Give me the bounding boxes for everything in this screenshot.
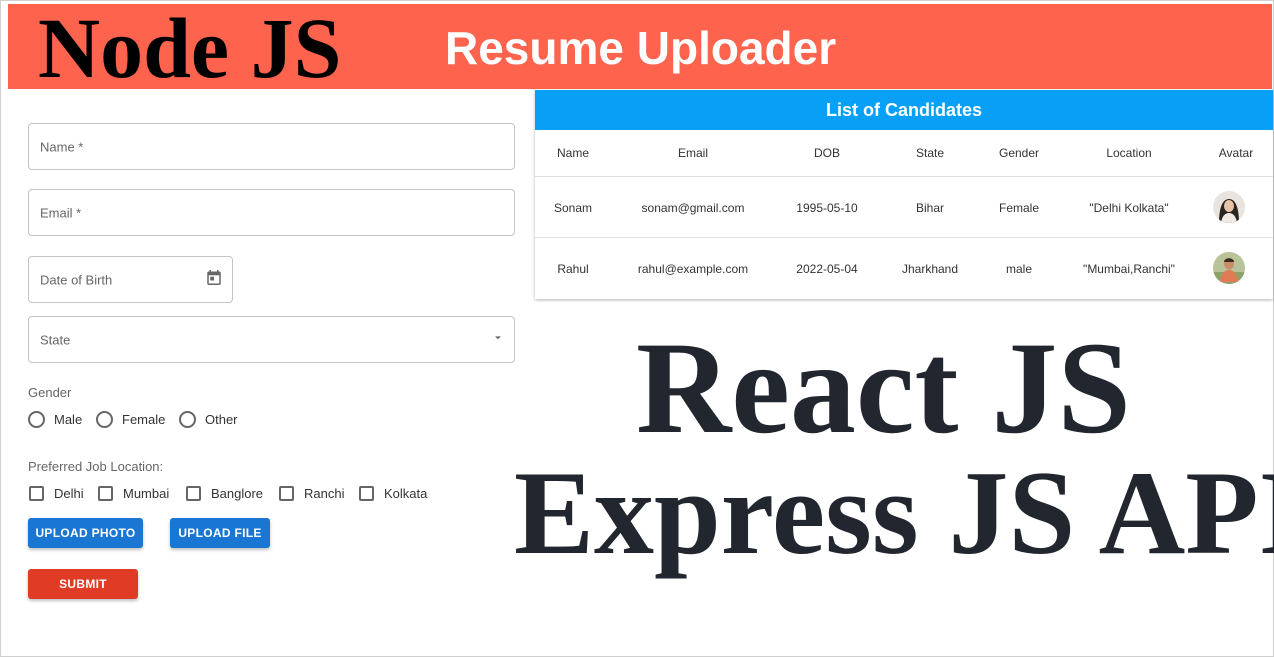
table-divider (535, 237, 1273, 238)
location-option-label: Banglore (211, 486, 264, 501)
avatar (1213, 252, 1245, 284)
column-header: Avatar (1218, 146, 1254, 160)
upload-file-button[interactable]: UPLOAD FILE (170, 518, 270, 548)
table-cell: 1995-05-10 (796, 201, 858, 215)
table-cell: "Mumbai,Ranchi" (1083, 262, 1175, 276)
name-field[interactable]: Name * (28, 123, 515, 170)
gender-option-label: Other (205, 412, 238, 427)
location-option-label: Ranchi (304, 486, 345, 501)
overlay-heading-react: React JS (636, 314, 1131, 461)
gender-radio-male[interactable] (28, 411, 45, 428)
location-checkbox-mumbai[interactable] (98, 486, 113, 501)
dob-field[interactable]: Date of Birth (28, 256, 233, 303)
upload-photo-button[interactable]: UPLOAD PHOTO (28, 518, 143, 548)
location-label: Preferred Job Location: (28, 459, 164, 474)
brand-title: Node JS (38, 0, 342, 96)
table-cell: Sonam (553, 201, 593, 215)
column-header: Email (677, 146, 709, 160)
column-header: Location (1106, 146, 1152, 160)
table-cell: Rahul (557, 262, 589, 276)
gender-radio-other[interactable] (179, 411, 196, 428)
submit-button[interactable]: SUBMIT (28, 569, 138, 599)
calendar-icon[interactable] (205, 268, 223, 291)
state-select[interactable]: State (28, 316, 515, 363)
candidates-table: List of Candidates Name Email DOB State … (535, 90, 1273, 299)
table-divider (535, 176, 1273, 177)
state-label: State (40, 332, 71, 347)
email-field[interactable]: Email * (28, 189, 515, 236)
header-banner: Node JS Resume Uploader (8, 0, 1272, 96)
table-cell: Bihar (915, 201, 945, 215)
name-label: Name * (40, 139, 84, 154)
table-cell: 2022-05-04 (796, 262, 858, 276)
table-cell: sonam@gmail.com (641, 201, 745, 215)
column-header: Gender (998, 146, 1040, 160)
column-header: State (915, 146, 945, 160)
table-cell: rahul@example.com (637, 262, 749, 276)
location-checkbox-delhi[interactable] (29, 486, 44, 501)
table-cell: Jharkhand (901, 262, 959, 276)
location-checkbox-kolkata[interactable] (359, 486, 374, 501)
table-cell: "Delhi Kolkata" (1089, 201, 1169, 215)
location-checkbox-ranchi[interactable] (279, 486, 294, 501)
gender-option-label: Female (122, 412, 166, 427)
table-cell: Female (998, 201, 1040, 215)
dropdown-arrow-icon (491, 330, 505, 349)
column-header: Name (556, 146, 590, 160)
gender-option-label: Male (54, 412, 83, 427)
gender-radio-female[interactable] (96, 411, 113, 428)
dob-label: Date of Birth (40, 272, 113, 287)
table-cell: male (1005, 262, 1033, 276)
location-option-label: Mumbai (123, 486, 170, 501)
app-title: Resume Uploader (445, 22, 837, 74)
table-title: List of Candidates (535, 90, 1273, 130)
location-checkbox-banglore[interactable] (186, 486, 201, 501)
overlay-heading-express: Express JS API (514, 446, 1274, 579)
email-label: Email * (40, 205, 82, 220)
location-option-label: Kolkata (384, 486, 428, 501)
gender-label: Gender (28, 385, 72, 400)
location-option-label: Delhi (54, 486, 84, 501)
column-header: DOB (813, 146, 841, 160)
avatar (1213, 191, 1245, 223)
